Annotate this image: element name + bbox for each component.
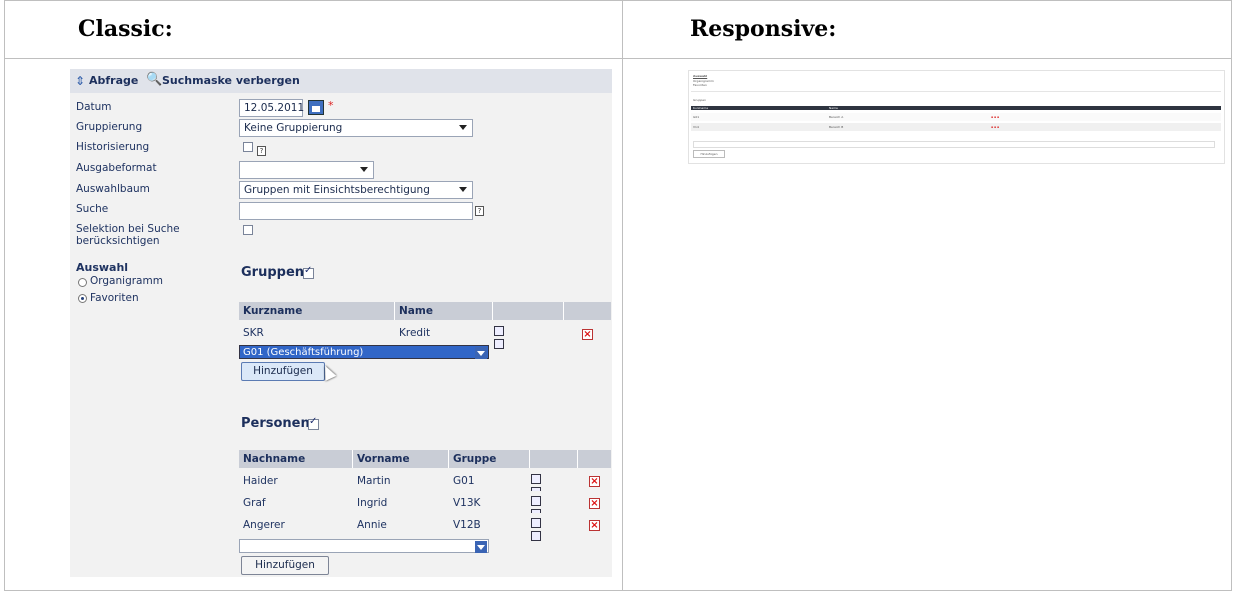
col-vorname: Vorname (357, 453, 410, 465)
reorder-arrows-icon[interactable] (531, 496, 551, 519)
favorites-radio[interactable] (78, 294, 87, 303)
favorites-label: Favoriten (90, 292, 139, 304)
help-icon[interactable]: ? (475, 206, 484, 216)
organigram-radio[interactable] (78, 278, 87, 287)
resp-add-select[interactable] (693, 141, 1215, 148)
history-label: Historisierung (76, 141, 150, 153)
responsive-header: Responsive: (690, 16, 837, 42)
col-name: Name (399, 305, 433, 317)
query-link[interactable]: Abfrage (89, 74, 138, 87)
resp-row-actions-icon[interactable]: ▪ ▪ ▪ (991, 115, 999, 119)
search-label: Suche (76, 203, 109, 215)
grouping-label: Gruppierung (76, 121, 143, 133)
cell-gruppe: V12B (453, 519, 481, 531)
resp-add-button[interactable]: Hinzufügen (693, 150, 725, 158)
calendar-icon[interactable] (308, 100, 324, 115)
magnifier-icon[interactable]: 🔍 (146, 72, 162, 87)
date-label: Datum (76, 101, 112, 113)
cell-gruppe: G01 (453, 475, 475, 487)
group-add-select[interactable]: G01 (Geschäftsführung) (239, 345, 489, 359)
search-input[interactable] (239, 202, 473, 220)
col-gruppe: Gruppe (453, 453, 497, 465)
reorder-arrows-icon[interactable] (531, 518, 551, 541)
resp-cell: Bereich A (829, 115, 844, 119)
output-format-label: Ausgabeformat (76, 162, 157, 174)
groups-title: Gruppen (241, 265, 305, 280)
classic-search-panel: ⇕ Abfrage 🔍 Suchmaske verbergen Datum 12… (70, 69, 612, 577)
resp-cell: G01 (693, 115, 700, 119)
tree-label: Auswahlbaum (76, 183, 150, 195)
organigram-label: Organigramm (90, 275, 163, 287)
delete-icon[interactable]: × (582, 329, 593, 340)
delete-icon[interactable]: × (589, 476, 600, 487)
chevron-down-icon (360, 167, 368, 172)
person-add-select[interactable] (239, 539, 489, 553)
table-row: V14 Bereich B ▪ ▪ ▪ (691, 123, 1221, 131)
persons-table-header: Nachname Vorname Gruppe (239, 450, 611, 468)
groups-checkbox[interactable] (303, 265, 314, 279)
reorder-arrows-icon[interactable] (531, 474, 551, 497)
delete-icon[interactable]: × (589, 520, 600, 531)
hide-search-link[interactable]: Suchmaske verbergen (162, 74, 300, 87)
selection-search-label: Selektion bei Suche berücksichtigen (76, 223, 180, 247)
selection-search-checkbox[interactable] (243, 225, 253, 235)
resp-row-actions-icon[interactable]: ▪ ▪ ▪ (991, 125, 999, 129)
history-checkbox[interactable] (243, 142, 253, 152)
table-row: SKR Kredit (239, 321, 611, 346)
output-format-select[interactable] (239, 161, 374, 179)
resp-col: Name (829, 106, 838, 110)
search-toolbar: ⇕ Abfrage 🔍 Suchmaske verbergen (70, 69, 612, 93)
table-row: Angerer Annie V12B (239, 513, 611, 538)
query-icon[interactable]: ⇕ (75, 74, 85, 88)
resp-table-header: Kurzname Name (691, 106, 1221, 110)
table-row: G01 Bereich A ▪ ▪ ▪ (691, 113, 1221, 121)
resp-option: Favoriten (693, 83, 707, 87)
cell-name: Kredit (399, 327, 431, 339)
resp-cell: Bereich B (829, 125, 844, 129)
resp-group-heading: Gruppen (693, 98, 707, 102)
tree-select[interactable]: Gruppen mit Einsichtsberechtigung (239, 181, 473, 199)
cell-nachname: Haider (243, 475, 278, 487)
cell-gruppe: V13K (453, 497, 481, 509)
chevron-down-icon (459, 187, 467, 192)
chevron-down-icon (459, 125, 467, 130)
required-mark: * (328, 99, 334, 112)
selection-title: Auswahl (76, 261, 129, 274)
classic-header: Classic: (78, 16, 173, 42)
groups-table-header: Kurzname Name (239, 302, 611, 320)
group-add-button[interactable]: Hinzufügen (241, 362, 325, 381)
help-icon[interactable]: ? (257, 146, 266, 156)
chevron-down-icon (475, 541, 487, 553)
cell-vorname: Annie (357, 519, 387, 531)
column-divider (622, 1, 623, 590)
person-add-button[interactable]: Hinzufügen (241, 556, 329, 575)
cell-vorname: Ingrid (357, 497, 388, 509)
cell-nachname: Graf (243, 497, 266, 509)
col-nachname: Nachname (243, 453, 306, 465)
grouping-select[interactable]: Keine Gruppierung (239, 119, 473, 137)
col-kurzname: Kurzname (243, 305, 303, 317)
resp-title: Auswahl (693, 74, 708, 78)
delete-icon[interactable]: × (589, 498, 600, 509)
chevron-down-icon (475, 347, 487, 359)
persons-checkbox[interactable] (308, 416, 319, 430)
resp-col: Kurzname (693, 106, 709, 110)
responsive-preview: Auswahl Organigramm Favoriten Gruppen Ku… (688, 70, 1225, 164)
header-row (5, 1, 1231, 59)
persons-title: Personen (241, 416, 310, 431)
cell-vorname: Martin (357, 475, 391, 487)
resp-cell: V14 (693, 125, 699, 129)
date-field[interactable]: 12.05.2011 (239, 99, 304, 117)
reorder-arrows-icon[interactable] (494, 326, 514, 349)
cell-kurzname: SKR (243, 327, 264, 339)
cell-nachname: Angerer (243, 519, 285, 531)
